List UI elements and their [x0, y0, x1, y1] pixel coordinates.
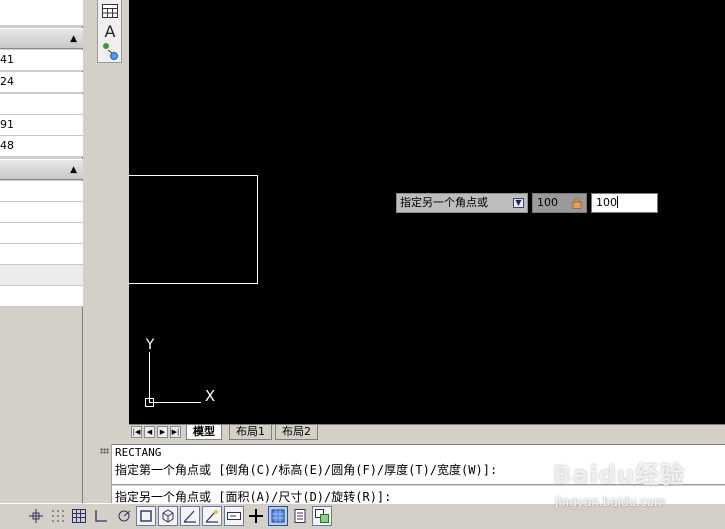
ucs-icon: Y X — [145, 337, 215, 407]
rectangle-preview — [129, 175, 258, 284]
command-separator — [112, 484, 725, 486]
property-row[interactable] — [0, 202, 83, 223]
dynamic-input-icon[interactable] — [224, 506, 244, 526]
palette-gap — [83, 0, 129, 446]
locked-value: 100 — [537, 196, 558, 209]
selection-cycling-icon[interactable] — [312, 506, 332, 526]
tab-model[interactable]: 模型 — [186, 425, 222, 440]
status-bar — [0, 503, 725, 529]
dynamic-input-locked-field[interactable]: 100 — [532, 193, 587, 213]
attribute-icon[interactable] — [100, 41, 120, 60]
command-history-line: RECTANG — [115, 446, 162, 459]
3d-osnap-icon[interactable] — [158, 506, 178, 526]
tab-layout1[interactable]: 布局1 — [229, 425, 272, 440]
property-row[interactable] — [0, 265, 83, 286]
prev-tab-icon[interactable]: ◀ — [144, 426, 155, 438]
grid-display-icon[interactable] — [69, 506, 89, 526]
draw-toolbar: A — [97, 0, 122, 63]
property-row[interactable]: 48 — [0, 136, 83, 157]
dynamic-input-prompt: 指定另一个角点或 ▼ — [396, 193, 528, 213]
property-row[interactable] — [0, 244, 83, 265]
polar-icon[interactable] — [114, 506, 134, 526]
otrack-icon[interactable] — [180, 506, 200, 526]
next-tab-icon[interactable]: ▶ — [157, 426, 168, 438]
property-row[interactable] — [0, 223, 83, 244]
property-row[interactable]: 41 — [0, 50, 83, 71]
quick-properties-icon[interactable] — [290, 506, 310, 526]
grid-icon[interactable] — [48, 506, 68, 526]
grip-dots-icon — [100, 448, 109, 454]
tab-layout2[interactable]: 布局2 — [275, 425, 318, 440]
dropdown-arrow-icon[interactable]: ▼ — [513, 198, 524, 208]
table-icon[interactable] — [100, 1, 120, 20]
osnap-icon[interactable] — [136, 506, 156, 526]
property-row[interactable]: 91 — [0, 115, 83, 136]
property-section-header[interactable]: ▲ — [0, 159, 83, 180]
collapse-arrow-icon[interactable]: ▲ — [70, 34, 77, 44]
first-tab-icon[interactable]: |◀ — [131, 426, 142, 438]
text-caret — [617, 196, 618, 208]
lineweight-icon[interactable] — [246, 506, 266, 526]
ducs-icon[interactable] — [202, 506, 222, 526]
text-icon[interactable]: A — [100, 22, 120, 41]
transparency-icon[interactable] — [268, 506, 288, 526]
lock-icon — [572, 197, 582, 209]
property-row[interactable] — [0, 94, 83, 115]
properties-palette: ▲ 41 24 91 48 ▲ — [0, 0, 83, 503]
property-row[interactable] — [0, 181, 83, 202]
dynamic-prompt-text: 指定另一个角点或 — [400, 196, 488, 209]
ortho-icon[interactable] — [91, 506, 111, 526]
command-window-grip[interactable] — [97, 444, 112, 503]
property-row[interactable]: 24 — [0, 72, 83, 93]
property-row[interactable] — [0, 0, 83, 26]
snap-icon[interactable] — [26, 506, 46, 526]
last-tab-icon[interactable]: ▶| — [170, 426, 181, 438]
text-glyph: A — [104, 22, 116, 41]
ucs-x-label: X — [205, 387, 215, 405]
ucs-y-label: Y — [145, 337, 155, 353]
collapse-arrow-icon[interactable]: ▲ — [70, 165, 77, 175]
property-section-header[interactable]: ▲ — [0, 28, 83, 49]
command-history-line: 指定第一个角点或 [倒角(C)/标高(E)/圆角(F)/厚度(T)/宽度(W)]… — [115, 463, 498, 477]
property-row[interactable] — [0, 286, 83, 307]
layout-tab-bar: |◀ ◀ ▶ ▶| 模型 布局1 布局2 — [129, 424, 725, 440]
dynamic-input-value: 100 — [596, 196, 617, 209]
autocad-window: ▲ 41 24 91 48 ▲ A Y X 指定另一个角点或 ▼ 100 100… — [0, 0, 725, 529]
dynamic-input-field[interactable]: 100 — [591, 193, 658, 213]
